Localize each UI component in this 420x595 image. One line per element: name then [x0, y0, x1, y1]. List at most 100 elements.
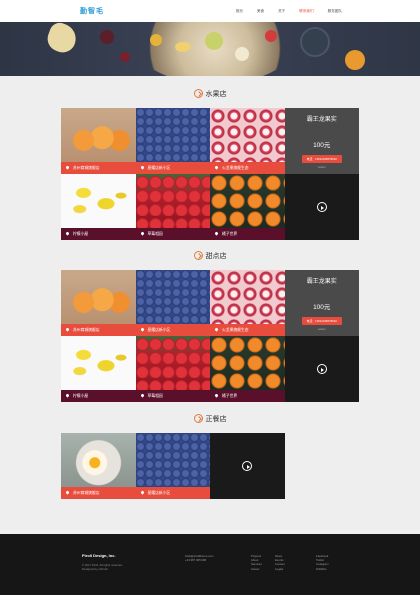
store-name: 苏州商城旗舰店 [73, 491, 100, 495]
play-icon[interactable] [316, 202, 327, 212]
site-footer: Piroll Design, Inc. © 2017 Piroll. All r… [0, 534, 420, 595]
store-tile[interactable]: 苏州商城旗舰店 [61, 270, 136, 336]
section-title-dessert: 甜点店 [0, 251, 420, 261]
store-name: 草莓相园 [147, 232, 163, 236]
store-tile[interactable]: 柠檬小屋 [61, 336, 136, 402]
location-pin-icon [65, 393, 70, 398]
location-pin-icon [65, 490, 70, 495]
promo-phone-button[interactable]: 电话：13812345678910 [301, 317, 342, 325]
promo-title: 霸王龙果实 [306, 279, 337, 285]
store-tile[interactable]: 柠檬小屋 [61, 174, 136, 240]
store-tile[interactable]: 火龙果旗舰生态 [210, 108, 285, 174]
store-tile[interactable]: 橘子世界 [210, 174, 285, 240]
play-icon[interactable] [316, 364, 327, 374]
video-tile[interactable] [284, 174, 359, 240]
nav-item-team[interactable]: 服务团队 [328, 9, 342, 14]
store-tile[interactable]: 橘子世界 [210, 336, 285, 402]
location-pin-icon [65, 327, 70, 332]
footer-links-1: Projects About Services Career [251, 554, 262, 571]
main-nav: 首页 美食 关于 联系我们 服务团队 [222, 9, 342, 14]
store-name: 草莓相园 [147, 394, 163, 398]
nav-item-food[interactable]: 美食 [257, 9, 264, 14]
store-name: 苏州商城旗舰店 [73, 166, 100, 170]
store-name: 星耀店新小区 [147, 328, 171, 332]
dribbble-link[interactable]: Dribbble [316, 567, 328, 571]
store-tile[interactable]: 火龙果旗舰生态 [210, 270, 285, 336]
nav-item-home[interactable]: 首页 [236, 9, 243, 14]
lemon-image [61, 336, 136, 390]
breakfast-image [61, 433, 136, 487]
footer-company: Piroll Design, Inc. [82, 553, 116, 558]
hero-banner-image [0, 22, 420, 76]
footer-link[interactable]: Services [251, 562, 262, 566]
promo-card: 霸王龙果实 100元 电话：13812345678910 Lorem [284, 108, 359, 174]
store-tile[interactable]: 草莓相园 [135, 336, 210, 402]
store-tile[interactable]: 星耀店新小区 [135, 433, 210, 499]
location-pin-icon [65, 165, 70, 170]
strawberry-image [135, 336, 210, 390]
footer-link[interactable]: Career [251, 567, 262, 571]
location-pin-icon [139, 490, 145, 495]
leaf-icon [193, 89, 203, 98]
store-name: 苏州商城旗舰店 [73, 328, 100, 332]
footer-phone: +44 987 065 908 [185, 558, 207, 563]
nav-item-contact[interactable]: 联系我们 [299, 9, 313, 14]
footer-links-2: News Events Contact Legals [275, 554, 285, 571]
footer-social-links: Facebook Twitter Instagram Dribbble [316, 554, 328, 571]
video-tile[interactable] [284, 336, 359, 402]
promo-subtext: Lorem [318, 166, 326, 169]
tangerine-image [210, 174, 285, 228]
section-title-fruit: 水果店 [0, 89, 420, 99]
instagram-link[interactable]: Instagram [316, 562, 328, 566]
store-tile[interactable]: 星耀店新小区 [135, 108, 210, 174]
store-name: 柠檬小屋 [73, 394, 89, 398]
footer-link[interactable]: Legals [275, 567, 285, 571]
store-name: 橘子世界 [222, 232, 238, 236]
store-name: 橘子世界 [222, 394, 238, 398]
store-name: 火龙果旗舰生态 [222, 328, 249, 332]
store-name: 柠檬小屋 [73, 232, 89, 236]
dragon-fruit-image [210, 270, 285, 324]
dragon-fruit-image [210, 108, 285, 162]
promo-price: 100元 [313, 142, 331, 149]
store-tile[interactable]: 苏州商城旗舰店 [61, 433, 136, 499]
nav-item-about[interactable]: 关于 [278, 9, 285, 14]
promo-price: 100元 [313, 304, 331, 311]
promo-title: 霸王龙果实 [306, 117, 337, 123]
location-pin-icon [139, 231, 145, 236]
location-pin-icon [139, 327, 145, 332]
tangerine-image [210, 336, 285, 390]
promo-subtext: Lorem [318, 328, 326, 331]
orange-image [61, 108, 136, 162]
section-title-dining: 正餐店 [0, 414, 420, 424]
location-pin-icon [214, 327, 219, 332]
site-logo[interactable]: 勤智毛 [80, 6, 104, 16]
store-tile[interactable]: 星耀店新小区 [135, 270, 210, 336]
promo-card: 霸王龙果实 100元 电话：13812345678910 Lorem [284, 270, 359, 336]
location-pin-icon [214, 393, 219, 398]
store-tile[interactable]: 苏州商城旗舰店 [61, 108, 136, 174]
play-icon[interactable] [242, 461, 252, 471]
blueberry-image [135, 433, 210, 487]
dessert-store-grid: 苏州商城旗舰店 星耀店新小区 火龙果旗舰生态 霸王龙果实 100元 电话：138… [61, 270, 359, 402]
blueberry-image [135, 108, 210, 162]
footer-copyright: © 2017 Piroll. All rights reserved. Desi… [82, 563, 123, 572]
promo-phone-button[interactable]: 电话：13812345678910 [301, 155, 342, 163]
store-tile[interactable]: 草莓相园 [135, 174, 210, 240]
leaf-icon [193, 251, 203, 260]
site-header: 勤智毛 首页 美食 关于 联系我们 服务团队 [0, 0, 420, 22]
leaf-icon [193, 414, 203, 423]
orange-image [61, 270, 136, 324]
location-pin-icon [214, 231, 219, 236]
video-tile[interactable] [210, 433, 285, 499]
location-pin-icon [65, 231, 70, 236]
footer-contact: hello@pirolltheme.com +44 987 065 908 [185, 554, 214, 562]
fruit-store-grid: 苏州商城旗舰店 星耀店新小区 火龙果旗舰生态 霸王龙果实 100元 电话：138… [61, 108, 359, 240]
footer-link[interactable]: Contact [275, 562, 285, 566]
location-pin-icon [214, 165, 219, 170]
dining-store-grid: 苏州商城旗舰店 星耀店新小区 [61, 433, 359, 499]
store-name: 火龙果旗舰生态 [222, 166, 249, 170]
store-name: 星耀店新小区 [147, 166, 171, 170]
lemon-image [61, 174, 136, 228]
location-pin-icon [139, 165, 145, 170]
